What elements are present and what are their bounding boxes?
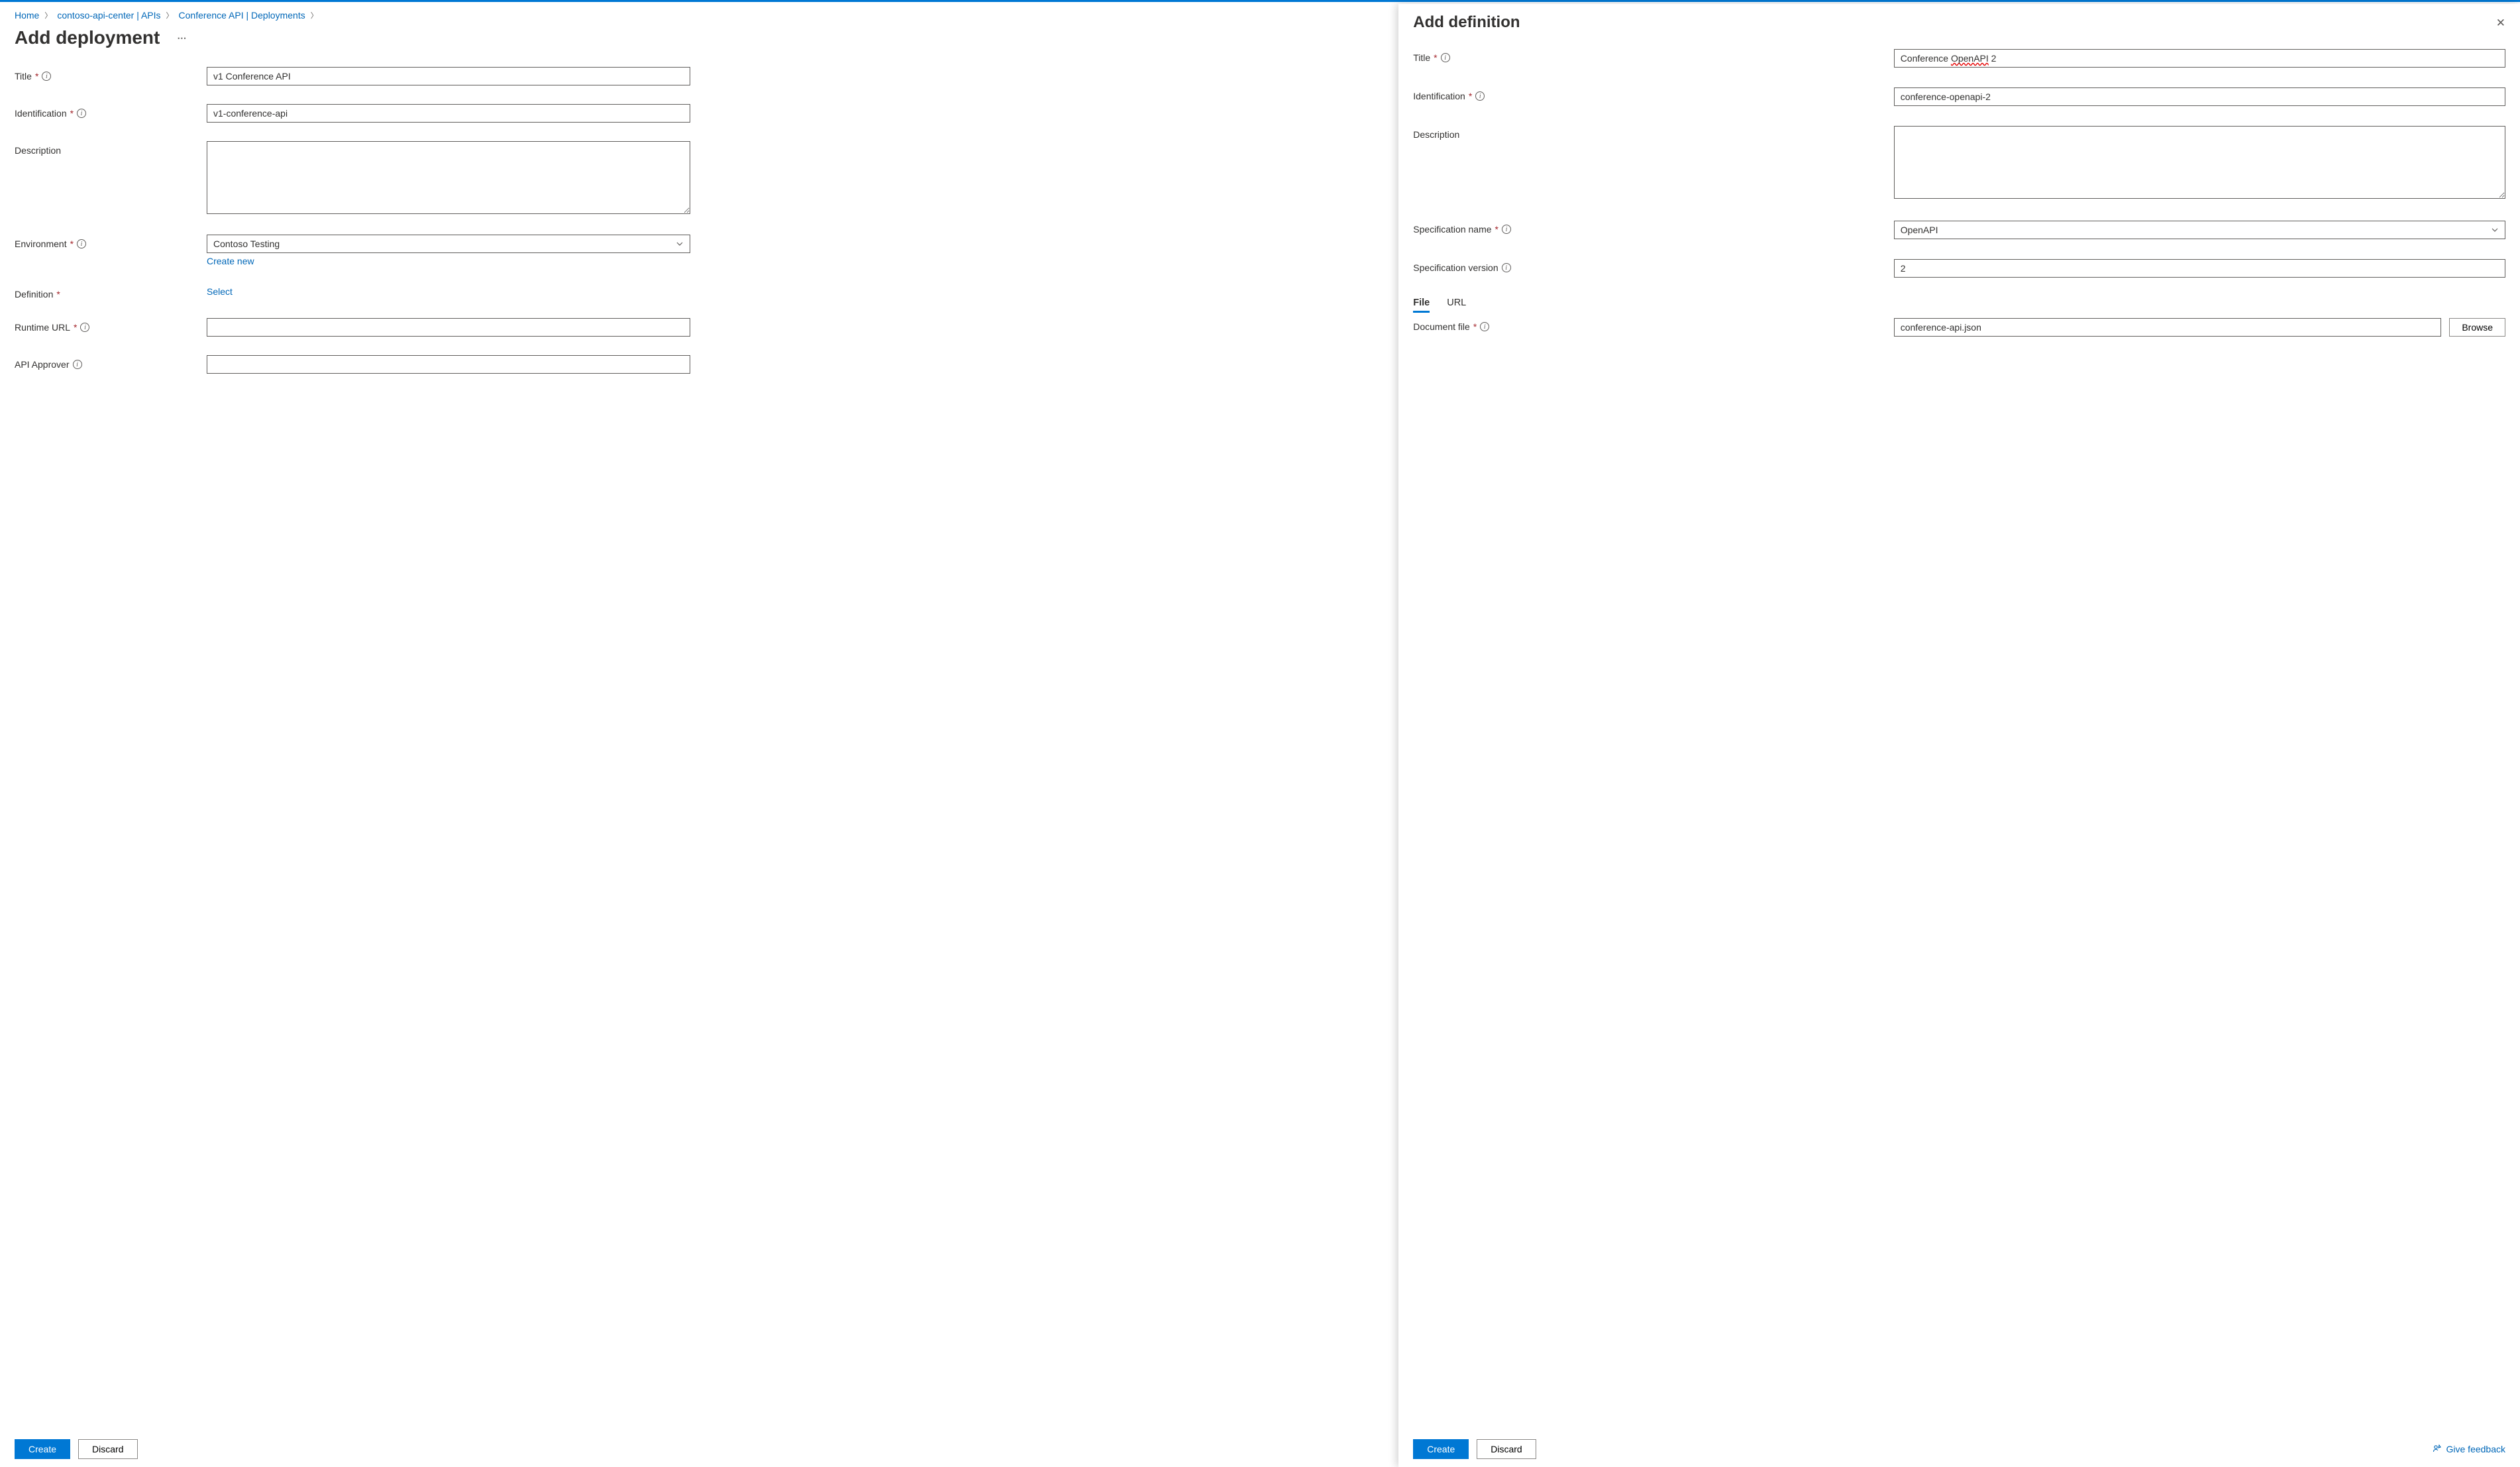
panel-identification-label: Identification (1413, 91, 1465, 101)
tab-url[interactable]: URL (1447, 298, 1466, 313)
info-icon[interactable]: i (1502, 225, 1511, 234)
title-label: Title (15, 71, 32, 82)
give-feedback-link[interactable]: Give feedback (2432, 1444, 2506, 1454)
api-approver-input[interactable] (207, 355, 690, 374)
description-label: Description (15, 145, 61, 156)
create-new-environment-link[interactable]: Create new (207, 256, 254, 266)
spec-name-label: Specification name (1413, 224, 1491, 235)
info-icon[interactable]: i (1475, 91, 1485, 101)
title-input[interactable] (207, 67, 690, 85)
info-icon[interactable]: i (42, 72, 51, 81)
chevron-right-icon: 〉 (166, 10, 174, 21)
info-icon[interactable]: i (80, 323, 89, 332)
deployment-form: Title * i Identification * i Description (15, 67, 690, 374)
browse-button[interactable]: Browse (2449, 318, 2505, 337)
document-file-input[interactable] (1894, 318, 2442, 337)
required-icon: * (56, 289, 60, 299)
identification-label: Identification (15, 108, 67, 119)
required-icon: * (35, 71, 38, 82)
create-button[interactable]: Create (15, 1439, 70, 1459)
document-file-label: Document file (1413, 321, 1470, 332)
page-title: Add deployment (15, 27, 160, 48)
discard-button[interactable]: Discard (78, 1439, 137, 1459)
page-footer: Create Discard (0, 1433, 1361, 1467)
info-icon[interactable]: i (77, 239, 86, 248)
info-icon[interactable]: i (1502, 263, 1511, 272)
panel-title-input[interactable]: Conference OpenAPI 2 (1894, 49, 2505, 68)
required-icon: * (1469, 91, 1472, 101)
panel-title-label: Title (1413, 52, 1430, 63)
environment-select[interactable] (207, 235, 690, 253)
environment-label: Environment (15, 239, 67, 249)
spec-name-select[interactable] (1894, 221, 2505, 239)
close-icon[interactable]: ✕ (2496, 17, 2505, 28)
panel-footer: Create Discard Give feedback (1398, 1433, 2520, 1467)
info-icon[interactable]: i (77, 109, 86, 118)
runtime-url-input[interactable] (207, 318, 690, 337)
breadcrumb-home[interactable]: Home (15, 10, 39, 21)
required-icon: * (1473, 321, 1477, 332)
info-icon[interactable]: i (1441, 53, 1450, 62)
runtime-url-label: Runtime URL (15, 322, 70, 333)
breadcrumb-api-center[interactable]: contoso-api-center | APIs (57, 10, 160, 21)
more-menu-icon[interactable]: ⋯ (173, 32, 191, 44)
panel-create-button[interactable]: Create (1413, 1439, 1469, 1459)
panel-title: Add definition (1413, 13, 1520, 32)
description-textarea[interactable] (207, 141, 690, 214)
chevron-right-icon: 〉 (311, 10, 318, 21)
definition-select-link[interactable]: Select (207, 285, 233, 297)
feedback-icon (2432, 1444, 2442, 1454)
breadcrumb-deployments[interactable]: Conference API | Deployments (179, 10, 305, 21)
required-icon: * (70, 239, 74, 249)
info-icon[interactable]: i (73, 360, 82, 369)
required-icon: * (74, 322, 77, 333)
api-approver-label: API Approver (15, 359, 70, 370)
info-icon[interactable]: i (1480, 322, 1489, 331)
required-icon: * (70, 108, 74, 119)
required-icon: * (1434, 52, 1437, 63)
panel-description-textarea[interactable] (1894, 126, 2505, 199)
add-definition-panel: Add definition ✕ Title * i Conference Op… (1398, 4, 2520, 1467)
panel-discard-button[interactable]: Discard (1477, 1439, 1536, 1459)
panel-description-label: Description (1413, 129, 1459, 140)
chevron-right-icon: 〉 (44, 10, 52, 21)
required-icon: * (1495, 224, 1498, 235)
tab-file[interactable]: File (1413, 298, 1430, 313)
file-url-tabs: File URL (1413, 298, 2505, 313)
definition-label: Definition (15, 289, 53, 299)
panel-identification-input[interactable] (1894, 87, 2505, 106)
spec-version-label: Specification version (1413, 262, 1498, 273)
spec-version-input[interactable] (1894, 259, 2505, 278)
identification-input[interactable] (207, 104, 690, 123)
